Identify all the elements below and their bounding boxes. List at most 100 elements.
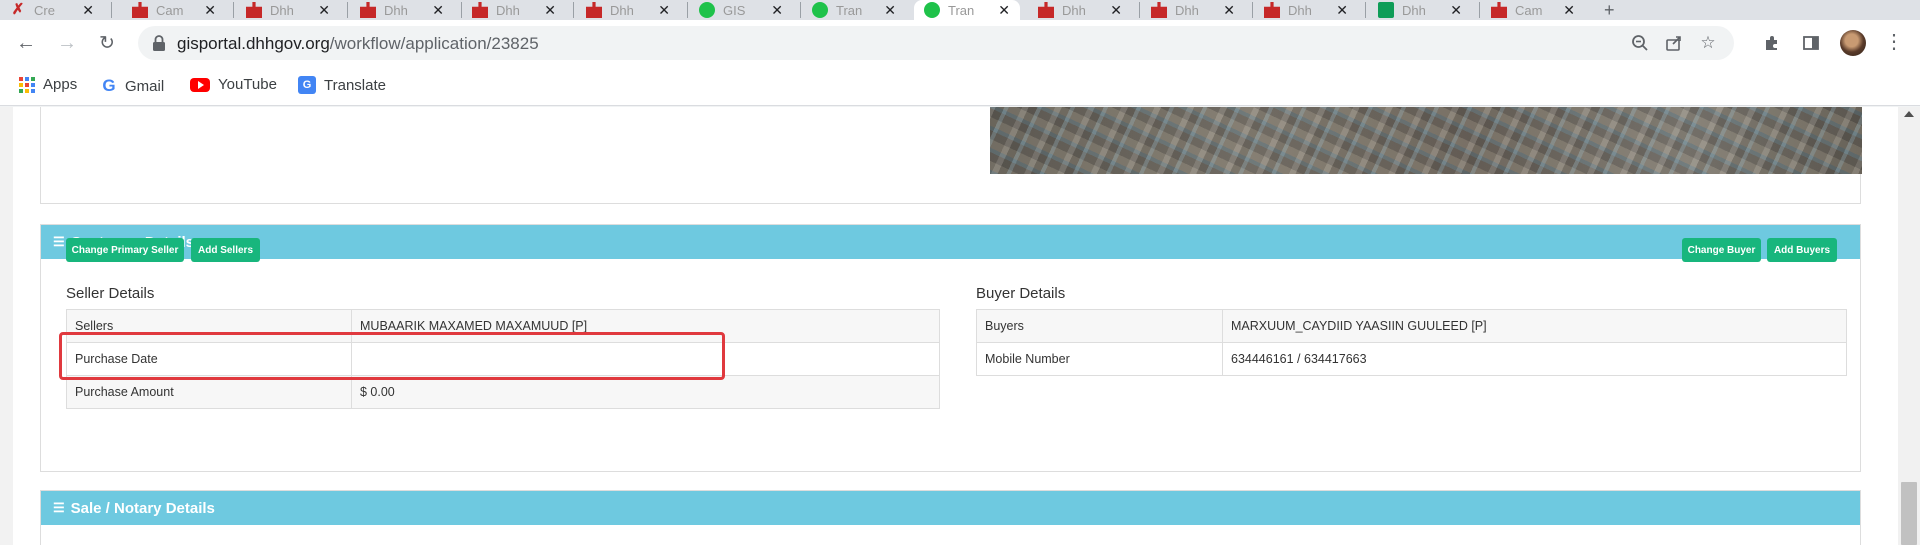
tab-strip: ✗ Cre ✕ Cam ✕ Dhh ✕ Dhh ✕ Dhh ✕ Dhh ✕ GIS ✕ Tran ✕ Tran ✕ D… xyxy=(0,0,1920,20)
tab-separator xyxy=(1479,2,1480,18)
tab-title: Dhh xyxy=(610,2,634,18)
url-domain: gisportal.dhhgov.org xyxy=(177,34,330,53)
browser-toolbar: ← → ↻ gisportal.dhhgov.org/workflow/appl… xyxy=(0,20,1920,66)
browser-tab[interactable]: GIS ✕ xyxy=(689,0,793,20)
browser-tab[interactable]: Tran ✕ xyxy=(802,0,906,20)
sale-notary-section: ☰ Sale / Notary Details xyxy=(40,490,1861,545)
reload-icon[interactable]: ↻ xyxy=(93,29,121,57)
add-buyers-button[interactable]: Add Buyers xyxy=(1767,238,1837,262)
tab-separator xyxy=(111,2,112,18)
browser-tab[interactable]: Cam ✕ xyxy=(122,0,226,20)
tab-close-icon[interactable]: ✕ xyxy=(1563,2,1575,19)
browser-tab[interactable]: Dhh ✕ xyxy=(1368,0,1472,20)
browser-tab[interactable]: Dhh ✕ xyxy=(1028,0,1132,20)
tab-title: Dhh xyxy=(1175,2,1199,18)
url-text[interactable]: gisportal.dhhgov.org/workflow/applicatio… xyxy=(177,34,539,54)
tab-close-icon[interactable]: ✕ xyxy=(1336,2,1348,19)
bookmark-gmail[interactable]: G Gmail xyxy=(101,76,164,96)
page-scrollbar[interactable] xyxy=(1898,107,1920,545)
tab-separator xyxy=(233,2,234,18)
back-arrow-icon[interactable]: ← xyxy=(12,29,40,57)
bookmark-translate-label: Translate xyxy=(324,76,386,94)
buyers-label-cell: Buyers xyxy=(976,309,1223,343)
browser-tab[interactable]: Dhh ✕ xyxy=(1254,0,1358,20)
forward-arrow-icon[interactable]: → xyxy=(53,29,81,57)
tab-title: Tran xyxy=(836,2,863,18)
side-panel-icon[interactable] xyxy=(1801,33,1821,53)
pdf-favicon-icon xyxy=(360,2,376,18)
scroll-thumb[interactable] xyxy=(1901,482,1917,545)
tab-close-icon[interactable]: ✕ xyxy=(318,2,330,19)
tab-close-icon[interactable]: ✕ xyxy=(544,2,556,19)
tab-close-icon[interactable]: ✕ xyxy=(884,2,896,19)
sheet-favicon-icon xyxy=(1378,2,1394,18)
new-tab-plus-icon[interactable]: + xyxy=(1594,0,1618,20)
browser-tab[interactable]: Dhh ✕ xyxy=(462,0,566,20)
browser-tab[interactable]: Dhh ✕ xyxy=(236,0,340,20)
share-icon[interactable] xyxy=(1664,33,1684,53)
bookmark-youtube-label: YouTube xyxy=(218,76,277,93)
add-sellers-button[interactable]: Add Sellers xyxy=(191,238,260,262)
tab-close-icon[interactable]: ✕ xyxy=(658,2,670,19)
google-icon: G xyxy=(102,76,116,95)
tab-separator xyxy=(573,2,574,18)
bookmark-gmail-label: Gmail xyxy=(125,77,165,95)
pdf-favicon-icon xyxy=(1038,2,1054,18)
browser-tab[interactable]: Tran ✕ xyxy=(914,0,1020,20)
page-viewport: ☰ Customer Details Change Primary Seller… xyxy=(0,107,1920,545)
table-row: Buyers MARXUUM_CAYDIID YAASIIN GUULEED [… xyxy=(976,309,1847,343)
green-circle-favicon-icon xyxy=(924,2,940,18)
extensions-icon[interactable] xyxy=(1762,33,1782,53)
tab-separator xyxy=(1252,2,1253,18)
tab-close-icon[interactable]: ✕ xyxy=(432,2,444,19)
tab-separator xyxy=(800,2,801,18)
bookmark-translate[interactable]: G Translate xyxy=(298,76,386,94)
list-icon: ☰ xyxy=(53,500,65,515)
profile-avatar[interactable] xyxy=(1840,30,1866,56)
tab-title: Dhh xyxy=(496,2,520,18)
bookmark-star-icon[interactable]: ☆ xyxy=(1698,33,1718,53)
tab-close-icon[interactable]: ✕ xyxy=(1450,2,1462,19)
tab-close-icon[interactable]: ✕ xyxy=(998,2,1010,19)
seller-details-heading: Seller Details xyxy=(66,285,155,302)
bookmark-apps[interactable]: Apps xyxy=(19,76,77,93)
buyer-details-heading: Buyer Details xyxy=(976,285,1066,302)
sale-notary-title: Sale / Notary Details xyxy=(70,499,215,517)
browser-tab[interactable]: ✗ Cre ✕ xyxy=(0,0,104,20)
tab-separator xyxy=(1365,2,1366,18)
tab-close-icon[interactable]: ✕ xyxy=(82,2,94,19)
tab-title: Dhh xyxy=(1402,2,1426,18)
browser-tab[interactable]: Dhh ✕ xyxy=(350,0,454,20)
change-primary-seller-button[interactable]: Change Primary Seller xyxy=(66,238,184,262)
bookmark-apps-label: Apps xyxy=(43,76,78,93)
address-bar[interactable]: gisportal.dhhgov.org/workflow/applicatio… xyxy=(138,26,1734,60)
zoom-icon[interactable] xyxy=(1630,33,1650,53)
tab-close-icon[interactable]: ✕ xyxy=(771,2,783,19)
green-circle-favicon-icon xyxy=(812,2,828,18)
google-translate-icon: G xyxy=(298,76,316,94)
lock-icon[interactable] xyxy=(152,35,166,51)
tab-close-icon[interactable]: ✕ xyxy=(1110,2,1122,19)
bookmark-youtube[interactable]: YouTube xyxy=(190,76,277,93)
tab-separator xyxy=(347,2,348,18)
browser-tab[interactable]: Dhh ✕ xyxy=(1141,0,1245,20)
menu-kebab-icon[interactable]: ⋮ xyxy=(1884,31,1904,53)
sale-notary-header: ☰ Sale / Notary Details xyxy=(41,491,1860,525)
scroll-up-arrow-icon[interactable] xyxy=(1904,111,1914,117)
browser-tab[interactable]: Dhh ✕ xyxy=(576,0,680,20)
tab-separator xyxy=(687,2,688,18)
highlight-box xyxy=(59,332,725,380)
pdf-favicon-icon xyxy=(132,2,148,18)
tab-close-icon[interactable]: ✕ xyxy=(204,2,216,19)
tab-title: Dhh xyxy=(270,2,294,18)
tab-close-icon[interactable]: ✕ xyxy=(1223,2,1235,19)
change-buyer-button[interactable]: Change Buyer xyxy=(1682,238,1761,262)
list-icon: ☰ xyxy=(53,234,65,249)
browser-tab[interactable]: Cam ✕ xyxy=(1481,0,1585,20)
purchase-amount-value-cell: $ 0.00 xyxy=(351,375,940,409)
url-path: /workflow/application/23825 xyxy=(329,34,539,53)
buyer-details-table: Buyers MARXUUM_CAYDIID YAASIIN GUULEED [… xyxy=(976,309,1847,376)
pdf-favicon-icon xyxy=(1491,2,1507,18)
x-favicon-icon: ✗ xyxy=(11,1,25,18)
green-circle-favicon-icon xyxy=(699,2,715,18)
